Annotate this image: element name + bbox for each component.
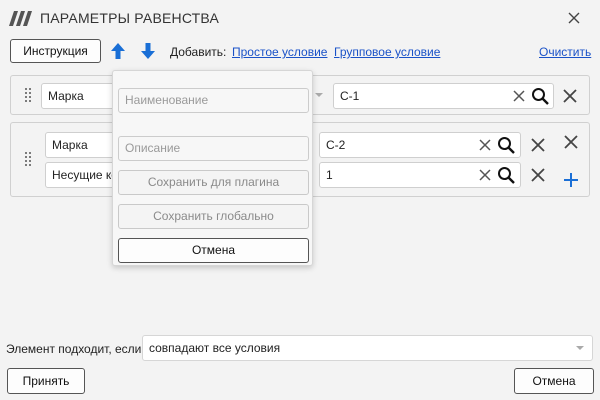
plus-icon[interactable] <box>562 171 580 189</box>
search-icon[interactable] <box>497 166 515 184</box>
search-icon[interactable] <box>531 87 549 105</box>
save-popup: Наименование Описание Сохранить для плаг… <box>112 70 313 266</box>
arrow-up-icon[interactable] <box>109 42 127 60</box>
app-logo-icon <box>9 11 32 26</box>
clear-icon[interactable] <box>511 88 527 104</box>
close-icon[interactable] <box>566 10 582 26</box>
drag-grip-icon[interactable] <box>25 152 31 168</box>
match-mode-select[interactable]: совпадают все условия <box>142 335 593 361</box>
simple-condition-link[interactable]: Простое условие <box>232 45 327 59</box>
window-title: ПАРАМЕТРЫ РАВЕНСТВА <box>40 10 220 26</box>
clear-icon[interactable] <box>477 167 493 183</box>
chevron-down-icon <box>315 93 323 97</box>
chevron-down-icon <box>576 346 584 350</box>
cancel-button[interactable]: Отмена <box>514 368 594 394</box>
description-input[interactable]: Описание <box>118 136 309 161</box>
search-icon[interactable] <box>497 136 515 154</box>
delete-icon[interactable] <box>562 133 580 151</box>
accept-button[interactable]: Принять <box>7 368 85 394</box>
save-for-plugin-button[interactable]: Сохранить для плагина <box>118 170 309 195</box>
clear-link[interactable]: Очистить <box>539 45 591 59</box>
group-condition-link[interactable]: Групповое условие <box>334 45 440 59</box>
name-input[interactable]: Наименование <box>118 88 309 113</box>
popup-cancel-button[interactable]: Отмена <box>118 238 309 263</box>
clear-icon[interactable] <box>477 137 493 153</box>
arrow-down-icon[interactable] <box>139 42 157 60</box>
delete-icon[interactable] <box>529 136 547 154</box>
add-label: Добавить: <box>170 45 227 59</box>
save-globally-button[interactable]: Сохранить глобально <box>118 204 309 229</box>
delete-icon[interactable] <box>561 87 579 105</box>
instructions-button[interactable]: Инструкция <box>10 39 101 63</box>
title-bar: ПАРАМЕТРЫ РАВЕНСТВА <box>0 0 600 36</box>
delete-icon[interactable] <box>529 166 547 184</box>
match-mode-label: Элемент подходит, если <box>6 342 142 356</box>
drag-grip-icon[interactable] <box>25 88 31 104</box>
match-mode-value: совпадают все условия <box>149 341 281 355</box>
